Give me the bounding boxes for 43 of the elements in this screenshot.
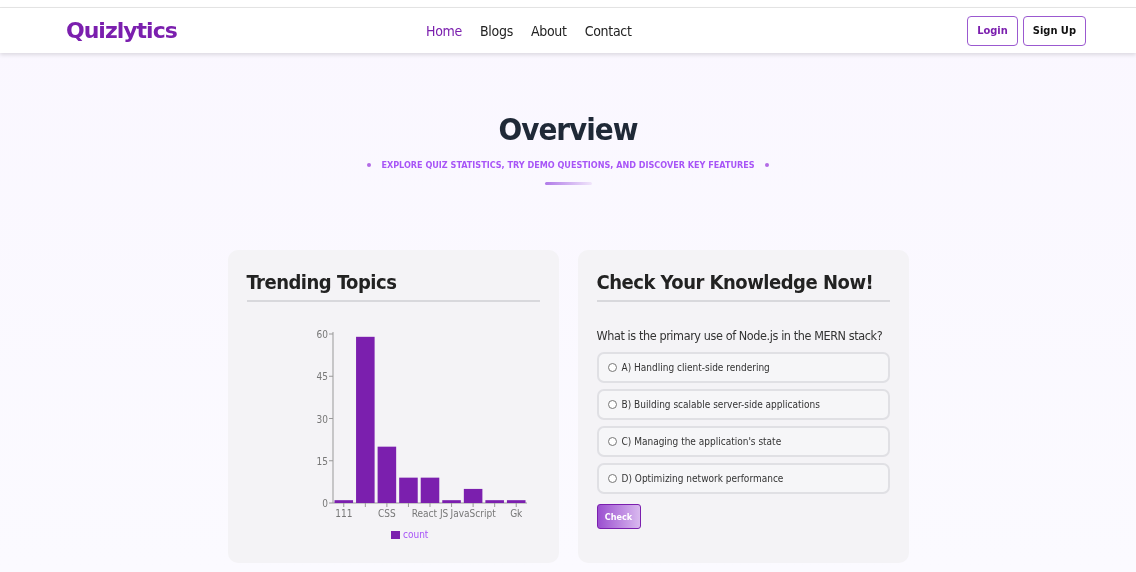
bullet-icon xyxy=(367,163,372,167)
nav-link[interactable]: Home xyxy=(426,22,462,39)
bullet-icon xyxy=(764,163,769,167)
axis-tick-label: 30 xyxy=(316,413,328,425)
bar xyxy=(463,488,482,503)
axis-tick-label: 60 xyxy=(316,329,328,340)
nav-link[interactable]: About xyxy=(530,22,567,39)
bar xyxy=(441,500,461,503)
answer-option[interactable]: D) Optimizing network performance xyxy=(596,463,890,494)
axis-tick-label: 0 xyxy=(321,498,328,509)
bar xyxy=(398,477,418,503)
axis-tick-label: JavaScript xyxy=(450,508,496,519)
answer-option[interactable]: C) Managing the application's state xyxy=(596,426,890,457)
answer-option[interactable]: B) Building scalable server-side applications xyxy=(596,389,890,420)
axis-tick-label: 15 xyxy=(316,455,328,467)
question-text: What is the primary use of Node.js in the MERN stack? xyxy=(596,328,884,344)
nav-link[interactable]: Blogs xyxy=(480,22,513,39)
radio-button[interactable] xyxy=(607,363,617,372)
axis-tick-label: CSS xyxy=(377,508,396,519)
section-title: Overview xyxy=(498,111,638,147)
title-underline xyxy=(544,182,592,185)
nav-link[interactable]: Contact xyxy=(584,22,632,39)
section-subtitle: EXPLORE QUIZ STATISTICS, TRY DEMO QUESTIONS, AND DISCOVER KEY FEATURES xyxy=(381,160,755,170)
axis-tick-label: Gk xyxy=(509,508,522,519)
axis-tick-label: 111 xyxy=(334,508,352,519)
axis-tick-label: 45 xyxy=(316,371,328,383)
answer-option[interactable]: A) Handling client-side rendering xyxy=(596,352,890,383)
card-title: Trending Topics xyxy=(246,270,540,302)
axis-tick-label: React JS xyxy=(411,508,448,519)
legend-swatch-icon xyxy=(390,531,400,539)
radio-button[interactable] xyxy=(607,474,617,483)
logo[interactable]: Quizlytics xyxy=(66,18,426,43)
bar xyxy=(377,446,396,503)
card-title: Check Your Knowledge Now! xyxy=(596,270,890,302)
legend-label: count xyxy=(402,529,428,540)
bar xyxy=(420,477,439,503)
bar xyxy=(334,500,353,503)
bar xyxy=(506,500,525,503)
login-button[interactable]: Login xyxy=(967,15,1018,46)
radio-button[interactable] xyxy=(607,400,617,409)
signup-button[interactable]: Sign Up xyxy=(1022,15,1086,46)
bar xyxy=(484,500,504,503)
radio-button[interactable] xyxy=(607,437,617,446)
